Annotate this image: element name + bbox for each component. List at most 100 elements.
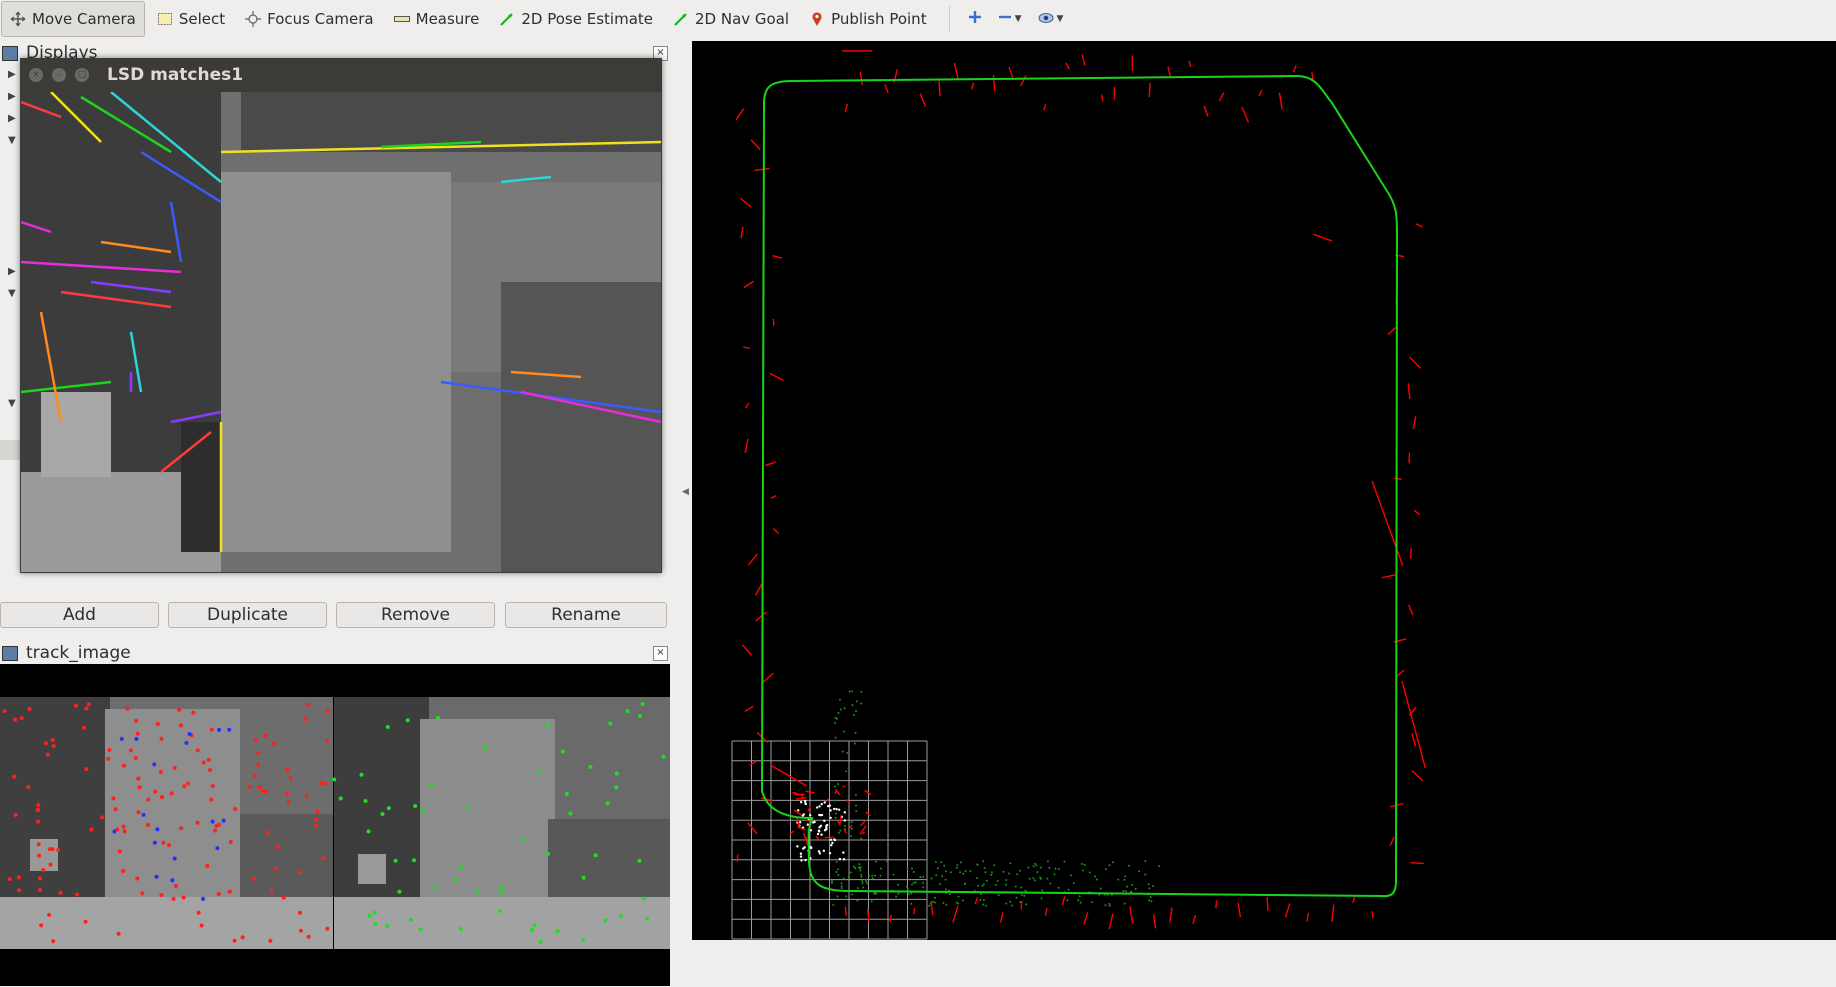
close-icon[interactable]: × — [29, 68, 43, 82]
tool-publish-point[interactable]: Publish Point — [801, 2, 934, 36]
tracked-feature — [264, 734, 268, 738]
landmark-segment — [1402, 681, 1425, 768]
cloud-point — [1046, 878, 1048, 880]
collapse-arrow-icon[interactable]: ▼ — [8, 398, 16, 409]
cloud-point — [1048, 867, 1050, 869]
tracked-feature — [159, 770, 163, 774]
collapse-arrow-icon[interactable]: ▼ — [8, 288, 16, 299]
tracked-feature — [409, 918, 413, 922]
tracked-feature — [173, 857, 177, 861]
tracked-feature — [227, 728, 231, 732]
cloud-point — [817, 833, 819, 835]
collapse-arrow-icon[interactable]: ▼ — [8, 135, 16, 146]
cloud-point — [844, 811, 846, 813]
tracked-feature — [637, 859, 641, 863]
expand-arrow-icon[interactable]: ▶ — [8, 113, 16, 124]
landmark-segment — [1242, 107, 1249, 123]
displays-button-row: Add Duplicate Remove Rename — [0, 602, 670, 628]
remove-display-button[interactable]: Remove — [336, 602, 495, 628]
add-display-button[interactable]: Add — [0, 602, 159, 628]
tool-select[interactable]: Select — [149, 2, 233, 36]
cloud-point — [1077, 899, 1079, 901]
duplicate-display-button[interactable]: Duplicate — [168, 602, 327, 628]
window-titlebar[interactable]: × – □ LSD matches1 — [20, 58, 662, 92]
cloud-point — [824, 801, 826, 803]
expand-arrow-icon[interactable]: ▶ — [8, 69, 16, 80]
cloud-point — [839, 699, 841, 701]
maximize-icon[interactable]: □ — [75, 68, 89, 82]
cloud-point — [861, 880, 863, 882]
tracked-feature — [170, 878, 174, 882]
cloud-point — [845, 770, 847, 772]
cloud-point — [835, 817, 837, 819]
tracked-feature — [299, 929, 303, 933]
close-icon[interactable]: × — [653, 646, 668, 661]
cloud-point — [913, 871, 915, 873]
lsd-matches-window[interactable]: × – □ LSD matches1 — [20, 58, 662, 573]
cloud-point — [838, 832, 840, 834]
cloud-point — [1073, 882, 1075, 884]
tracked-feature — [546, 724, 550, 728]
cloud-point — [871, 900, 873, 902]
landmark-segment — [796, 798, 806, 799]
landmark-segment — [862, 832, 865, 834]
focus-camera-icon — [245, 11, 261, 27]
cloud-point — [854, 867, 856, 869]
add-tool-button[interactable] — [960, 2, 990, 36]
tracked-feature — [315, 824, 319, 828]
rviz-3d-viewport[interactable] — [692, 41, 1836, 940]
cloud-point — [851, 828, 853, 830]
tracked-feature — [272, 742, 276, 746]
cloud-point — [985, 905, 987, 907]
tracked-feature — [20, 716, 24, 720]
tool-focus-camera[interactable]: Focus Camera — [237, 2, 381, 36]
landmark-segment — [1372, 481, 1403, 566]
tool-2d-pose-estimate[interactable]: 2D Pose Estimate — [491, 2, 661, 36]
cloud-point — [1008, 873, 1010, 875]
landmark-segment — [1009, 67, 1013, 78]
cloud-point — [940, 861, 942, 863]
tracked-feature — [325, 927, 329, 931]
cloud-point — [1108, 903, 1110, 905]
tracked-feature — [155, 827, 159, 831]
splitter-handle-icon[interactable]: ◀ — [682, 487, 689, 497]
tracked-feature — [121, 869, 125, 873]
tool-label: 2D Pose Estimate — [521, 10, 653, 28]
view-type-button[interactable]: ▼ — [1030, 2, 1072, 36]
track-image-title: track_image — [26, 643, 131, 663]
landmark-segment — [746, 403, 749, 408]
tracked-feature — [118, 850, 122, 854]
rename-display-button[interactable]: Rename — [505, 602, 667, 628]
tracked-feature — [253, 774, 257, 778]
tracked-feature — [173, 766, 177, 770]
tracked-feature — [191, 711, 195, 715]
tool-move-camera[interactable]: Move Camera — [1, 1, 145, 37]
tracked-feature — [406, 718, 410, 722]
cloud-point — [1019, 870, 1021, 872]
landmark-segment — [1102, 95, 1103, 102]
tracked-feature — [608, 721, 612, 725]
cloud-point — [799, 821, 801, 823]
landmark-segment — [773, 319, 774, 326]
tracked-feature — [153, 841, 157, 845]
tracked-feature — [256, 763, 260, 767]
cloud-point — [976, 877, 978, 879]
cloud-point — [820, 825, 822, 827]
cloud-point — [835, 737, 837, 739]
landmark-segment — [1021, 76, 1026, 86]
cloud-point — [919, 876, 921, 878]
expand-arrow-icon[interactable]: ▶ — [8, 266, 16, 277]
cloud-point — [862, 887, 864, 889]
cloud-point — [1005, 902, 1007, 904]
minimize-icon[interactable]: – — [52, 68, 66, 82]
cloud-point — [844, 825, 846, 827]
tracked-feature — [325, 739, 329, 743]
cloud-point — [831, 880, 833, 882]
remove-tool-button[interactable]: ▼ — [990, 2, 1030, 36]
tracked-feature — [209, 798, 213, 802]
cloud-point — [1117, 879, 1119, 881]
tool-measure[interactable]: Measure — [386, 2, 488, 36]
tracked-feature — [84, 707, 88, 711]
tool-2d-nav-goal[interactable]: 2D Nav Goal — [665, 2, 797, 36]
expand-arrow-icon[interactable]: ▶ — [8, 91, 16, 102]
